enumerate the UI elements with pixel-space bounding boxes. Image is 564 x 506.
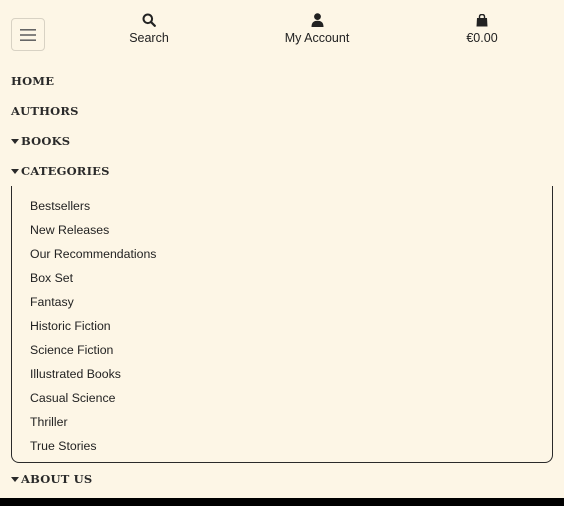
category-item-new-releases[interactable]: New Releases [12, 222, 552, 246]
category-item-box-set[interactable]: Box Set [12, 270, 552, 294]
categories-list: Bestsellers New Releases Our Recommendat… [12, 186, 552, 462]
hamburger-icon [20, 28, 36, 41]
nav-categories[interactable]: CATEGORIES [11, 164, 110, 178]
shopping-bag-icon [476, 12, 488, 28]
category-item-our-recommendations[interactable]: Our Recommendations [12, 246, 552, 270]
cart-total: €0.00 [466, 31, 498, 45]
nav-home-label: HOME [11, 74, 55, 88]
category-item-historic-fiction[interactable]: Historic Fiction [12, 318, 552, 342]
category-item-fantasy[interactable]: Fantasy [12, 294, 552, 318]
category-item-thriller[interactable]: Thriller [12, 414, 552, 438]
nav-authors[interactable]: AUTHORS [11, 104, 79, 118]
nav-books[interactable]: BOOKS [11, 134, 70, 148]
caret-down-icon [11, 138, 19, 144]
category-item-illustrated-books[interactable]: Illustrated Books [12, 366, 552, 390]
search-icon [142, 12, 156, 28]
user-icon [311, 12, 324, 28]
category-item-science-fiction[interactable]: Science Fiction [12, 342, 552, 366]
categories-dropdown: Bestsellers New Releases Our Recommendat… [11, 186, 553, 463]
nav-home[interactable]: HOME [11, 74, 54, 88]
caret-down-icon [11, 168, 19, 174]
nav-about-us[interactable]: ABOUT US [11, 472, 92, 486]
top-bar: Search My Account €0.00 [0, 0, 564, 64]
caret-down-icon [11, 476, 19, 482]
nav-authors-label: AUTHORS [11, 104, 79, 118]
nav-books-label: BOOKS [21, 134, 71, 148]
bottom-edge-bar [0, 498, 564, 506]
category-item-bestsellers[interactable]: Bestsellers [12, 198, 552, 222]
category-item-casual-science[interactable]: Casual Science [12, 390, 552, 414]
search-label: Search [129, 31, 169, 45]
cart-link[interactable]: €0.00 [427, 12, 537, 45]
my-account-link[interactable]: My Account [262, 12, 372, 45]
category-item-true-stories[interactable]: True Stories [12, 438, 552, 462]
my-account-label: My Account [284, 31, 350, 45]
nav-about-us-label: ABOUT US [21, 472, 93, 486]
search-link[interactable]: Search [94, 12, 204, 45]
menu-toggle-button[interactable] [11, 18, 45, 51]
nav-categories-label: CATEGORIES [21, 164, 110, 178]
